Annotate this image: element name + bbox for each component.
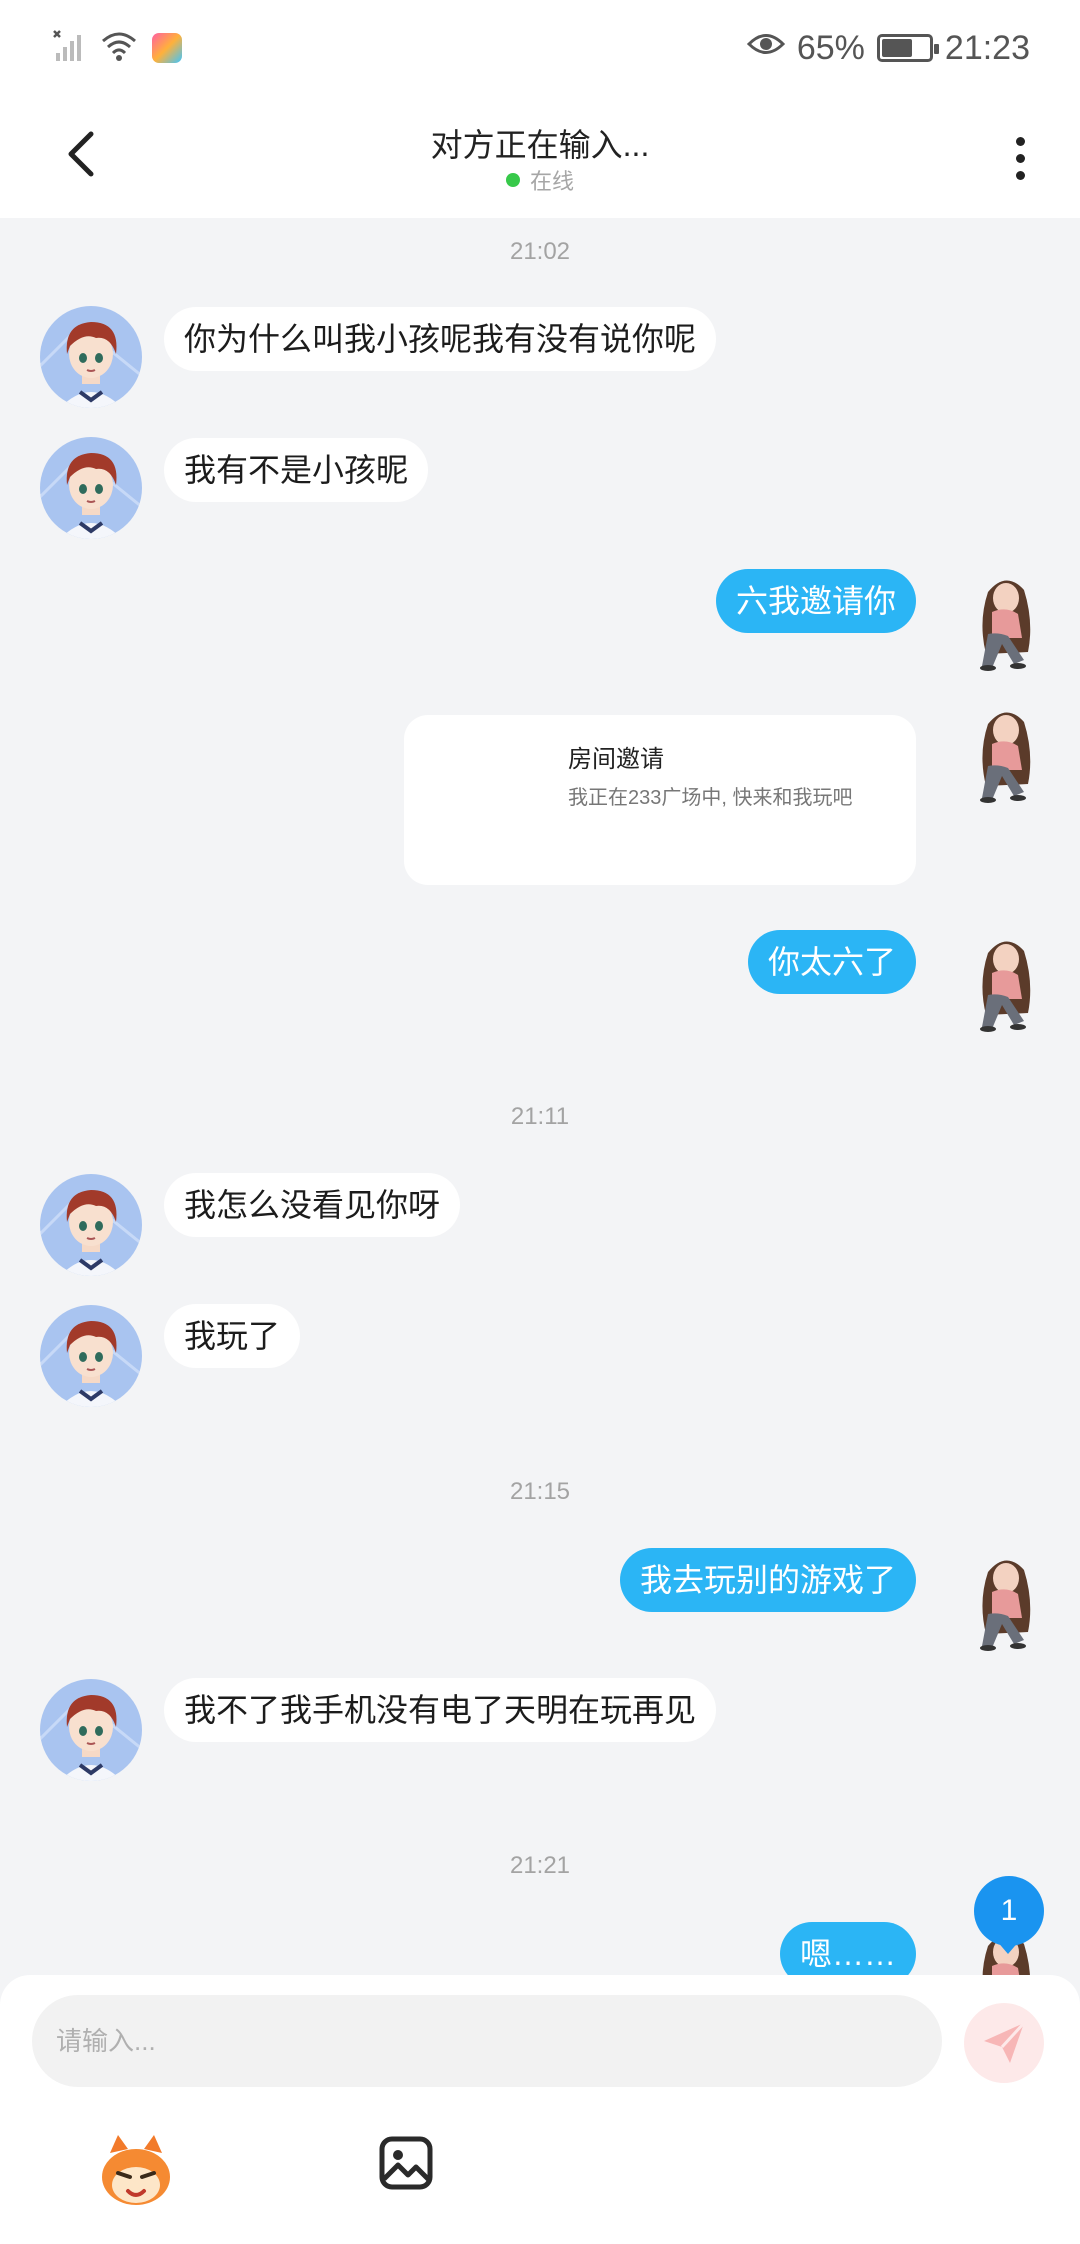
status-bar: 65% 21:23: [0, 0, 1080, 98]
contact-avatar[interactable]: [40, 1679, 142, 1781]
more-options-button[interactable]: [1000, 128, 1040, 188]
unread-count-badge[interactable]: 1: [974, 1876, 1044, 1954]
room-invitation-card[interactable]: 房间邀请 我正在233广场中, 快来和我玩吧: [404, 715, 916, 885]
incoming-message[interactable]: 我不了我手机没有电了天明在玩再见: [164, 1678, 717, 1742]
timestamp: 21:11: [510, 1103, 570, 1130]
input-panel: [0, 1975, 1080, 2244]
battery-level-fill: [881, 39, 912, 57]
online-status: 在线: [0, 164, 1080, 196]
online-status-label: 在线: [529, 169, 574, 194]
outgoing-message[interactable]: 你太六了: [747, 930, 916, 994]
contact-avatar[interactable]: [40, 1174, 142, 1276]
app-notification-icon: [152, 33, 182, 63]
page-title: 对方正在输入...: [430, 127, 650, 163]
eye-icon: [746, 29, 785, 68]
message-input[interactable]: [32, 1995, 942, 2087]
battery-icon: [876, 34, 939, 62]
image-picker-icon[interactable]: [376, 2133, 436, 2193]
timestamp: 21:21: [509, 1852, 571, 1879]
no-sim-signal-icon: [52, 29, 86, 68]
mascot-emoji-icon[interactable]: [96, 2131, 176, 2211]
contact-avatar[interactable]: [40, 437, 142, 539]
online-dot-icon: [505, 173, 520, 187]
timestamp: 21:15: [509, 1478, 571, 1505]
clock: 21:23: [944, 28, 1030, 67]
contact-avatar[interactable]: [40, 1305, 142, 1407]
more-vertical-icon: [1015, 136, 1025, 146]
timestamp: 21:02: [509, 238, 571, 265]
incoming-message[interactable]: 我玩了: [164, 1304, 301, 1368]
card-title: 房间邀请: [568, 746, 664, 773]
incoming-message[interactable]: 你为什么叫我小孩呢我有没有说你呢: [164, 307, 717, 371]
self-avatar[interactable]: [958, 1552, 1054, 1652]
wifi-icon: [100, 29, 138, 68]
outgoing-message[interactable]: 六我邀请你: [715, 569, 916, 633]
chat-header: 对方正在输入... 在线: [0, 98, 1080, 218]
send-button[interactable]: [964, 2003, 1044, 2083]
contact-avatar[interactable]: [40, 306, 142, 408]
send-icon: [984, 2021, 1026, 2063]
self-avatar[interactable]: [958, 704, 1054, 804]
incoming-message[interactable]: 我怎么没看见你呀: [164, 1173, 461, 1237]
self-avatar[interactable]: [958, 933, 1054, 1033]
incoming-message[interactable]: 我有不是小孩昵: [164, 438, 429, 502]
outgoing-message[interactable]: 我去玩别的游戏了: [619, 1548, 916, 1612]
self-avatar[interactable]: [958, 572, 1054, 672]
battery-percentage: 65%: [796, 28, 865, 67]
card-description: 我正在233广场中, 快来和我玩吧: [568, 787, 853, 809]
